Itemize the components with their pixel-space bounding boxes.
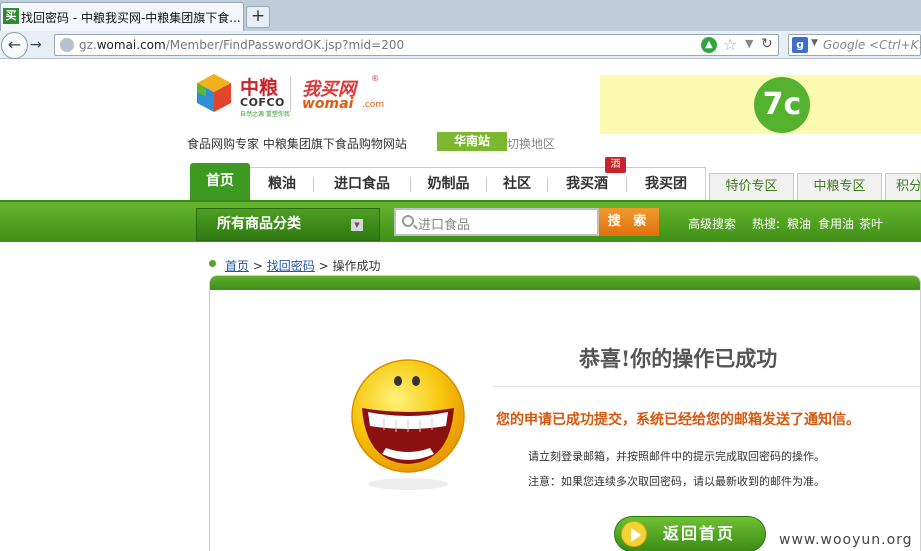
success-title: 恭喜!你的操作已成功 <box>579 346 778 371</box>
womai-logo-en: womai <box>302 96 354 112</box>
banner-7c-logo: 7c <box>754 77 810 133</box>
region-badge: 华南站 <box>437 132 507 151</box>
zone-tab-points[interactable]: 积分 <box>885 173 921 200</box>
search-toolbar: 所有商品分类 ▼ 进口食品 搜 索 高级搜索 热搜: 粮油 食用油 茶叶 <box>0 200 921 242</box>
favicon-icon: 买 <box>3 8 19 24</box>
nav-tab-dairy[interactable]: 奶制品 <box>411 168 486 200</box>
browser-tab[interactable]: 买 找回密码 - 中粮我买网-中粮集团旗下食... <box>0 2 244 31</box>
go-icon[interactable]: ▲ <box>701 37 717 53</box>
reload-icon[interactable]: ↻ <box>761 36 773 52</box>
info-line-1: 请立刻登录邮箱，并按照邮件中的提示完成取回密码的操作。 <box>528 450 825 463</box>
browser-tab-bar: 买 找回密码 - 中粮我买网-中粮集团旗下食... + <box>0 0 921 31</box>
breadcrumb-find-password-link[interactable]: 找回密码 <box>267 259 315 273</box>
panel-header-bar <box>210 276 920 290</box>
back-to-home-label: 返回首页 <box>663 524 736 543</box>
success-panel: 恭喜!你的操作已成功 您的申请已成功提交，系统已经给您的邮箱发送了通知信。 请立… <box>209 275 921 551</box>
cofco-slogan: 自然之源 重塑你我 <box>240 111 290 118</box>
hot-search-link[interactable]: 茶叶 <box>859 215 883 232</box>
play-icon <box>621 521 647 547</box>
site-search-placeholder: 进口食品 <box>418 218 471 233</box>
globe-icon <box>60 38 74 52</box>
back-to-home-button[interactable]: 返回首页 <box>614 516 766 551</box>
nav-tab-grain-oil[interactable]: 粮油 <box>251 168 313 200</box>
back-icon[interactable]: ← <box>1 32 28 59</box>
breadcrumb-home-link[interactable]: 首页 <box>225 259 249 273</box>
zone-tab-cofco[interactable]: 中粮专区 <box>797 173 882 200</box>
hot-search-label: 热搜: <box>752 217 781 231</box>
browser-search-bar[interactable]: g ▼ Google <Ctrl+K> <box>788 34 921 56</box>
cofco-logo-icon[interactable] <box>193 72 235 114</box>
nav-tab-imported[interactable]: 进口食品 <box>314 168 410 200</box>
main-nav: 首页 粮油 进口食品 奶制品 社区 我买酒 酒 我买团 <box>190 157 706 201</box>
url-bar[interactable]: gz.womai.com/Member/FindPasswordOK.jsp?m… <box>54 34 779 56</box>
smiley-icon <box>351 359 465 490</box>
browser-search-placeholder: Google <Ctrl+K> <box>823 38 921 52</box>
zone-tab-special[interactable]: 特价专区 <box>709 173 794 200</box>
nav-tab-community[interactable]: 社区 <box>487 168 547 200</box>
logo-divider <box>290 76 291 112</box>
cofco-logo-en: COFCO <box>240 96 285 109</box>
breadcrumb-bullet-icon <box>209 260 216 267</box>
url-text[interactable]: gz.womai.com/Member/FindPasswordOK.jsp?m… <box>79 38 404 52</box>
search-icon <box>402 215 414 227</box>
watermark: www.wooyun.org <box>779 532 913 548</box>
star-icon[interactable]: ☆ <box>723 35 737 54</box>
browser-nav-bar: ← → gz.womai.com/Member/FindPasswordOK.j… <box>0 31 921 59</box>
site-tagline: 食品网购专家 中粮集团旗下食品购物网站 <box>187 137 407 151</box>
search-engine-dropdown-icon[interactable]: ▼ <box>811 38 818 48</box>
breadcrumb: 首页 > 找回密码 > 操作成功 <box>225 257 380 274</box>
chevron-down-icon: ▼ <box>351 219 363 231</box>
wine-badge: 酒 <box>605 157 626 173</box>
nav-tab-group-buy[interactable]: 我买团 <box>627 168 705 200</box>
forward-icon[interactable]: → <box>30 37 42 53</box>
breadcrumb-separator: > <box>318 259 329 273</box>
google-icon[interactable]: g <box>792 37 808 53</box>
new-tab-button[interactable]: + <box>246 6 270 28</box>
all-categories-button[interactable]: 所有商品分类 ▼ <box>196 208 380 241</box>
hot-search-link[interactable]: 粮油 <box>787 215 811 232</box>
region-switch-link[interactable]: 切换地区 <box>507 135 555 152</box>
search-button[interactable]: 搜 索 <box>599 208 659 236</box>
womai-logo-com: .com <box>362 100 385 110</box>
breadcrumb-separator: > <box>252 259 263 273</box>
tab-title: 找回密码 - 中粮我买网-中粮集团旗下食... <box>21 11 241 25</box>
dropdown-icon[interactable]: ▼ <box>745 37 753 50</box>
header-banner[interactable]: 7c <box>600 75 921 134</box>
site-search-input[interactable]: 进口食品 <box>394 208 599 236</box>
panel-divider <box>493 386 920 387</box>
all-categories-label: 所有商品分类 <box>217 216 301 232</box>
breadcrumb-current: 操作成功 <box>332 259 381 273</box>
hot-search-link[interactable]: 食用油 <box>818 215 854 232</box>
info-line-2: 注意：如果您连续多次取回密码，请以最新收到的邮件为准。 <box>528 475 825 488</box>
nav-tab-home[interactable]: 首页 <box>190 163 250 201</box>
success-message: 您的申请已成功提交，系统已经给您的邮箱发送了通知信。 <box>496 412 860 428</box>
registered-mark: ® <box>371 74 379 83</box>
advanced-search-link[interactable]: 高级搜索 <box>688 215 736 232</box>
